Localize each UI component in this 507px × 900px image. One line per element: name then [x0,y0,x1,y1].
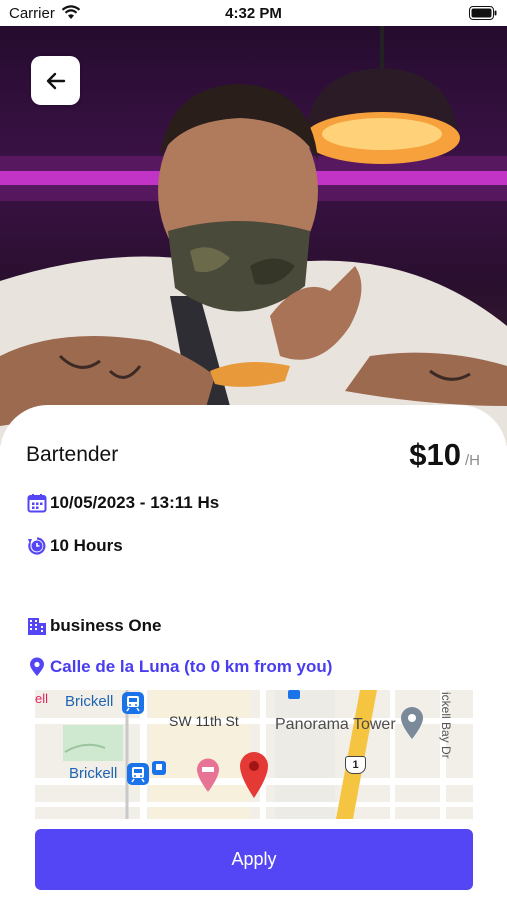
map-edge-label: ell [35,691,49,706]
back-arrow-icon [46,72,65,89]
price: $10 /H [409,437,480,473]
transit-icon [122,692,144,714]
price-amount: $10 [409,437,461,472]
location-address[interactable]: Calle de la Luna (to 0 km from you) [50,657,332,677]
business-row: business One [27,616,161,636]
map-label-brickell-top: Brickell [65,693,114,710]
route-shield: 1 [345,756,366,774]
building-icon [28,618,46,635]
clock-icon [28,537,46,555]
transit-small-icon [152,761,166,775]
status-time: 4:32 PM [225,5,282,22]
job-duration: 10 Hours [50,536,123,555]
map-street-label: SW 11th St [169,713,239,729]
back-button[interactable] [31,56,80,105]
business-name: business One [50,616,162,635]
price-unit: /H [465,452,480,469]
location-pin-icon [30,657,44,676]
map-label-brickell-bottom: Brickell [69,765,118,782]
calendar-icon [27,494,47,513]
battery-icon [469,6,497,20]
route-shield-label: 1 [352,759,359,771]
map-poi-label: Panorama Tower [275,716,396,733]
hotel-pin-icon [197,758,219,792]
apply-button[interactable]: Apply [35,829,473,890]
job-details-card [0,405,507,900]
location-row[interactable]: Calle de la Luna (to 0 km from you) [27,657,332,677]
map-pin-icon[interactable] [238,751,270,799]
poi-pin-icon [401,707,423,739]
transit-icon-2 [127,763,149,785]
duration-row: 10 Hours [27,536,123,556]
location-map[interactable]: ell Brickell SW 11th St Panorama Tower i… [35,690,473,819]
map-bay-label: ickell Bay Dr [439,692,453,759]
status-bar: Carrier 4:32 PM [0,0,507,26]
job-date: 10/05/2023 - 13:11 Hs [50,493,220,512]
job-title: Bartender [26,443,119,466]
map-marker-top-icon [288,690,300,699]
date-row: 10/05/2023 - 13:11 Hs [27,493,219,513]
